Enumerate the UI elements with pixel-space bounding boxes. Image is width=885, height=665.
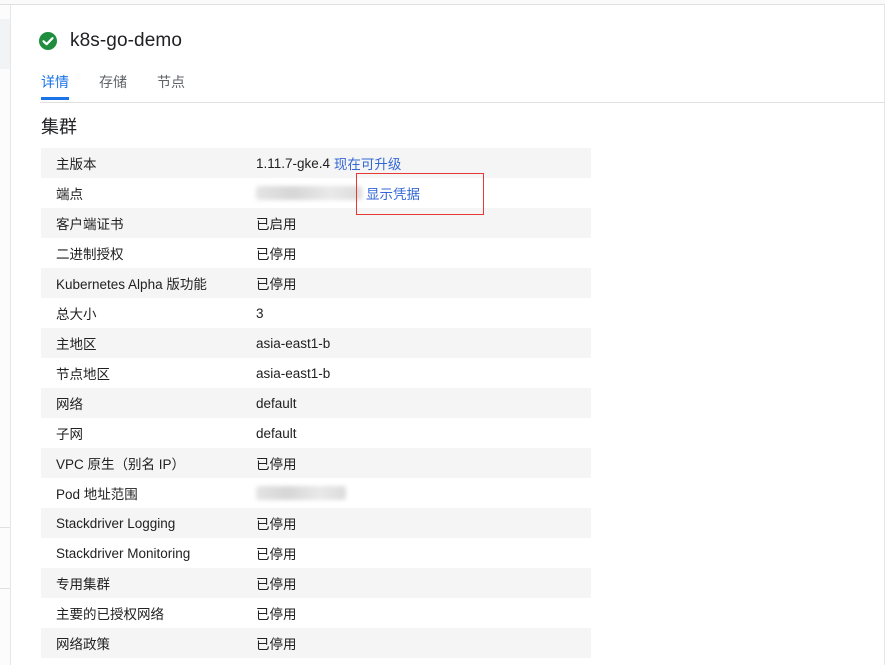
table-row-private-cluster: 专用集群 已停用: [41, 568, 591, 598]
tabs-underline: [40, 102, 885, 103]
row-value: 已停用: [256, 457, 297, 472]
left-nav-selected-item[interactable]: [0, 19, 10, 69]
left-nav-divider: [0, 527, 10, 528]
table-row-sd-monitoring: Stackdriver Monitoring 已停用: [41, 538, 591, 568]
table-row-vpc-native: VPC 原生（别名 IP） 已停用: [41, 448, 591, 478]
tab-bar: 详情 存储 节点: [41, 72, 215, 100]
row-label: 二进制授权: [56, 247, 124, 262]
left-nav-rail[interactable]: [0, 5, 11, 665]
row-label: 总大小: [56, 307, 97, 322]
row-label: Pod 地址范围: [56, 487, 138, 502]
row-label: 客户端证书: [56, 217, 124, 232]
left-nav-divider: [0, 588, 10, 589]
table-row-endpoint: 端点 显示凭据: [41, 178, 591, 208]
table-row-node-zones: 节点地区 asia-east1-b: [41, 358, 591, 388]
row-label: VPC 原生（别名 IP）: [56, 457, 186, 472]
cluster-name: k8s-go-demo: [70, 30, 182, 51]
row-value: 已停用: [256, 247, 297, 262]
row-value: 已停用: [256, 577, 297, 592]
row-value: 已启用: [256, 217, 297, 232]
master-version-value: 1.11.7-gke.4: [256, 155, 331, 171]
table-row-master-zone: 主地区 asia-east1-b: [41, 328, 591, 358]
row-value: 3: [256, 305, 264, 321]
table-row-network: 网络 default: [41, 388, 591, 418]
cluster-details-table: 主版本 1.11.7-gke.4 现在可升级 端点 显示凭据 客户端证书 已启用…: [41, 148, 591, 658]
row-value: 显示凭据: [256, 183, 420, 203]
row-label: 主版本: [56, 157, 97, 172]
row-value: 已停用: [256, 517, 297, 532]
table-row-client-cert: 客户端证书 已启用: [41, 208, 591, 238]
top-border: [0, 0, 885, 5]
row-label: 主地区: [56, 337, 97, 352]
table-row-k8s-alpha: Kubernetes Alpha 版功能 已停用: [41, 268, 591, 298]
table-row-master-version: 主版本 1.11.7-gke.4 现在可升级: [41, 148, 591, 178]
row-value: 已停用: [256, 547, 297, 562]
row-value: 已停用: [256, 607, 297, 622]
row-label: Stackdriver Monitoring: [56, 545, 191, 561]
row-value: 已停用: [256, 277, 297, 292]
row-label: Kubernetes Alpha 版功能: [56, 277, 207, 292]
show-credentials-link[interactable]: 显示凭据: [366, 183, 420, 203]
table-row-network-policy: 网络政策 已停用: [41, 628, 591, 658]
row-label: 主要的已授权网络: [56, 607, 164, 622]
table-row-subnet: 子网 default: [41, 418, 591, 448]
table-row-sd-logging: Stackdriver Logging 已停用: [41, 508, 591, 538]
table-row-master-auth-networks: 主要的已授权网络 已停用: [41, 598, 591, 628]
section-title: 集群: [41, 117, 77, 137]
row-label: 专用集群: [56, 577, 110, 592]
row-label: 子网: [56, 427, 83, 442]
row-value: 已停用: [256, 637, 297, 652]
tab-storage[interactable]: 存储: [99, 72, 127, 100]
row-value: [256, 486, 346, 500]
row-value: asia-east1-b: [256, 335, 331, 351]
row-value: asia-east1-b: [256, 365, 331, 381]
check-circle-icon: [38, 31, 58, 51]
pod-range-redacted: [256, 486, 346, 500]
tab-details[interactable]: 详情: [41, 72, 69, 100]
table-row-pod-range: Pod 地址范围: [41, 478, 591, 508]
row-value: 1.11.7-gke.4 现在可升级: [256, 153, 401, 173]
row-label: 网络: [56, 397, 83, 412]
subnet-link[interactable]: default: [256, 426, 297, 441]
row-label: 节点地区: [56, 367, 110, 382]
table-row-binary-auth: 二进制授权 已停用: [41, 238, 591, 268]
row-label: 网络政策: [56, 637, 110, 652]
table-row-total-size: 总大小 3: [41, 298, 591, 328]
endpoint-redacted: [256, 186, 362, 200]
page-header: k8s-go-demo: [38, 30, 182, 52]
network-link[interactable]: default: [256, 396, 297, 411]
row-label: 端点: [56, 187, 83, 202]
upgrade-available-link[interactable]: 现在可升级: [334, 153, 402, 173]
tab-nodes[interactable]: 节点: [157, 72, 185, 100]
row-label: Stackdriver Logging: [56, 515, 176, 531]
